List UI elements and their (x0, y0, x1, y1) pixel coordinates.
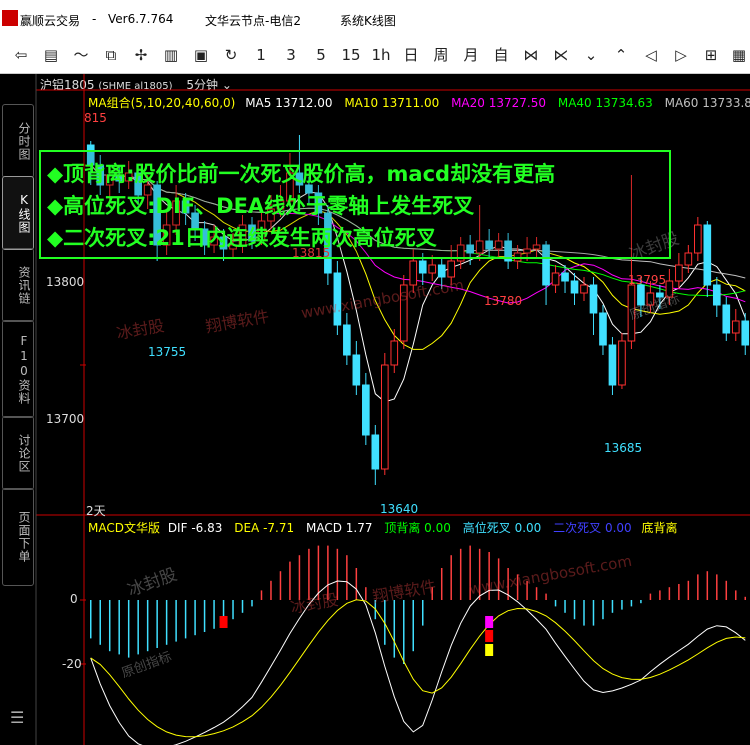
candle-body (741, 320, 750, 346)
ma20-value: 13727.50 (488, 96, 547, 110)
ma10-label: MA10 (344, 96, 379, 110)
macd-value: 1.77 (345, 521, 373, 535)
price-label-low-2: 13685 (604, 441, 643, 455)
callout-line-top-divergence: ◆顶背离:股价比前一次死叉股价高，macd却没有更高 (47, 162, 556, 186)
price-label-low-3: 13640 (380, 502, 419, 516)
candle-body (684, 252, 693, 266)
macd-name[interactable]: MACD文华版 (88, 521, 160, 535)
ma10-value: 13711.00 (381, 96, 440, 110)
candle-body (418, 260, 427, 274)
kline-chart[interactable] (0, 0, 750, 745)
signal-marker (485, 644, 494, 656)
ma60-value: 13733.83 (702, 96, 750, 110)
macd-tick-neg20: -20 (62, 657, 82, 671)
signal-marker (219, 616, 228, 628)
candle-body (352, 354, 361, 386)
candle-body (561, 272, 569, 282)
dif-label: DIF (167, 521, 188, 535)
candle-body (343, 324, 351, 356)
macd-legend: MACD文华版 DIF -6.83 DEA -7.71 MACD 1.77 顶背… (88, 519, 678, 536)
price-label-high-2: 13780 (484, 294, 523, 308)
days-label: 2天 (86, 504, 106, 518)
price-label-high-3: 13795 (628, 273, 667, 287)
candle-body (618, 340, 626, 386)
ma-legend: MA组合(5,10,20,40,60,0) MA5 13712.00 MA10 … (88, 94, 750, 111)
candle-body (409, 260, 418, 286)
dea-label: DEA (234, 521, 260, 535)
macd-label: MACD (305, 521, 342, 535)
macd-tick-zero: 0 (70, 592, 78, 606)
explanation-callout: ◆顶背离:股价比前一次死叉股价高，macd却没有更高 ◆高位死叉:DIF、DEA… (39, 150, 671, 259)
ma40-value: 13734.63 (595, 96, 653, 110)
ma60-label: MA60 (664, 96, 699, 110)
top-div-value: 0.00 (424, 521, 451, 535)
candle-body (675, 264, 683, 282)
candle-body (589, 284, 598, 314)
high-death-label: 高位死叉 (462, 521, 511, 535)
price-label-815: 815 (84, 111, 107, 125)
candle-body (712, 284, 721, 306)
ma20-label: MA20 (451, 96, 485, 110)
price-tick-13800: 13800 (46, 275, 85, 289)
bottom-div-label: 底背离 (641, 521, 678, 535)
candle-body (731, 320, 740, 334)
signal-marker (485, 616, 494, 628)
second-death-label: 二次死叉 (553, 521, 602, 535)
candle-body (390, 340, 399, 366)
dea-line (90, 599, 746, 738)
callout-line-second-death-cross: ◆二次死叉:21日内连续发生两次高位死叉 (47, 226, 437, 250)
candle-body (570, 280, 579, 294)
candle-body (371, 434, 380, 470)
dif-value: -6.83 (191, 521, 223, 535)
candle-body (694, 224, 702, 254)
ma-group-label: MA组合(5,10,20,40,60,0) (88, 96, 236, 110)
candle-body (608, 344, 617, 386)
candle-body (703, 224, 712, 286)
candle-body (437, 264, 446, 278)
price-tick-13700: 13700 (46, 412, 85, 426)
signal-marker (485, 630, 494, 642)
dif-line (90, 580, 746, 745)
candle-body (428, 264, 437, 274)
second-death-value: 0.00 (604, 521, 632, 535)
ma5-value: 13712.00 (275, 96, 333, 110)
dea-value: -7.71 (263, 521, 295, 535)
candle-body (599, 312, 607, 346)
price-label-low-1: 13755 (148, 345, 187, 359)
high-death-value: 0.00 (514, 521, 542, 535)
callout-line-high-death-cross: ◆高位死叉:DIF、DEA线处于零轴上发生死叉 (47, 194, 475, 218)
candle-body (580, 284, 588, 294)
candle-body (380, 364, 389, 470)
ma5-label: MA5 (245, 96, 272, 110)
ma40-label: MA40 (557, 96, 592, 110)
candle-body (551, 272, 560, 286)
candle-body (722, 304, 731, 334)
top-div-label: 顶背离 (384, 521, 421, 535)
candle-body (447, 260, 456, 278)
candle-body (362, 384, 370, 436)
